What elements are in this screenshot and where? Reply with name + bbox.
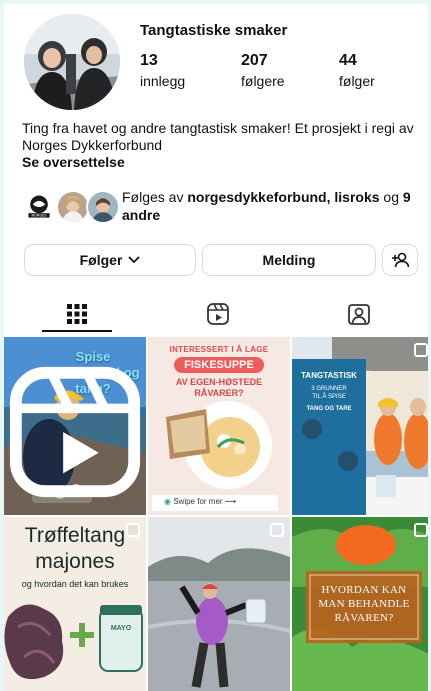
- active-tab-indicator: [42, 330, 112, 332]
- post-6-text: HVORDAN KAN MAN BEHANDLE RÅVAREN?: [318, 584, 410, 624]
- following-button[interactable]: Følger: [24, 244, 196, 276]
- stat-followers[interactable]: 207 følgere: [241, 52, 285, 89]
- tab-tagged[interactable]: [288, 294, 428, 334]
- stat-following[interactable]: 44 følger: [339, 52, 375, 89]
- posts-grid: Spise strandsnegl og tang? I: [4, 337, 428, 691]
- message-label: Melding: [262, 252, 316, 268]
- post-4[interactable]: Trøffeltang majones og hvordan det kan b…: [4, 517, 146, 691]
- followed-by[interactable]: NORGES Følges av norgesdykkeforbund, lis…: [22, 186, 422, 228]
- tagged-icon: [347, 304, 370, 325]
- message-button[interactable]: Melding: [202, 244, 376, 276]
- stat-posts-label: innlegg: [140, 73, 186, 89]
- post-2[interactable]: INTERESSERT I Å LAGE FISKESUPPE AV EGEN-…: [148, 337, 290, 515]
- follower-avatar-2: [56, 190, 90, 224]
- followed-by-text: Følges av norgesdykkeforbund, lisroks og…: [122, 189, 411, 223]
- translate-link[interactable]: Se oversettelse: [22, 154, 418, 171]
- suggest-people-button[interactable]: [382, 244, 418, 276]
- chevron-down-icon: [128, 256, 141, 264]
- post-4-title: Trøffeltang majones: [24, 524, 126, 573]
- profile-screen: Tangtastiske smaker 13 innlegg 207 følge…: [4, 4, 428, 691]
- add-person-icon: [392, 252, 409, 268]
- post-4-caption: og hvordan det kan brukes: [21, 579, 129, 589]
- post-3-poster-sub: 3 GRUNNER TIL Å SPISE: [311, 386, 347, 400]
- stat-following-label: følger: [339, 73, 375, 89]
- bio-text: Ting fra havet og andre tangtastisk smak…: [22, 120, 414, 153]
- stat-followers-label: følgere: [241, 73, 285, 89]
- post-3[interactable]: TANGTASTISK 3 GRUNNER TIL Å SPISE TANG O…: [292, 337, 428, 515]
- post-4-jar-label: MAYO: [110, 625, 132, 632]
- post-2-banner: INTERESSERT I Å LAGE: [169, 345, 269, 354]
- tab-reels[interactable]: [147, 294, 288, 334]
- post-5[interactable]: [148, 517, 290, 691]
- profile-avatar[interactable]: [24, 14, 120, 110]
- carousel-indicator-icon: [414, 343, 428, 357]
- profile-bio: Ting fra havet og andre tangtastisk smak…: [22, 120, 418, 171]
- stat-posts-value: 13: [140, 52, 158, 69]
- reel-indicator-icon: [9, 366, 141, 498]
- post-1[interactable]: Spise strandsnegl og tang?: [4, 337, 146, 515]
- post-2-cta: ◉ Swipe for mer ⟿: [164, 497, 237, 506]
- stat-posts[interactable]: 13 innlegg: [140, 52, 185, 89]
- tab-posts-grid[interactable]: [6, 294, 147, 334]
- carousel-indicator-icon: [126, 523, 140, 537]
- post-3-poster-sub2: TANG OG TARE: [306, 406, 352, 412]
- stat-followers-value: 207: [241, 52, 268, 69]
- follower-avatar-1: NORGES: [22, 190, 56, 224]
- followed-by-names[interactable]: norgesdykkeforbund, lisroks: [187, 189, 379, 205]
- carousel-indicator-icon: [414, 523, 428, 537]
- reels-icon: [206, 303, 229, 325]
- grid-icon: [66, 304, 87, 324]
- post-6[interactable]: HVORDAN KAN MAN BEHANDLE RÅVAREN?: [292, 517, 428, 691]
- profile-username: Tangtastiske smaker: [140, 22, 288, 39]
- post-3-poster-title: TANGTASTISK: [301, 371, 357, 380]
- following-label: Følger: [79, 252, 123, 268]
- svg-text:NORGES: NORGES: [31, 214, 47, 218]
- follower-avatar-3: [86, 190, 120, 224]
- post-2-title: FISKESUPPE: [174, 357, 264, 373]
- carousel-indicator-icon: [270, 523, 284, 537]
- stat-following-value: 44: [339, 52, 357, 69]
- post-2-subtitle: AV EGEN-HØSTEDE RÅVARER?: [175, 377, 263, 398]
